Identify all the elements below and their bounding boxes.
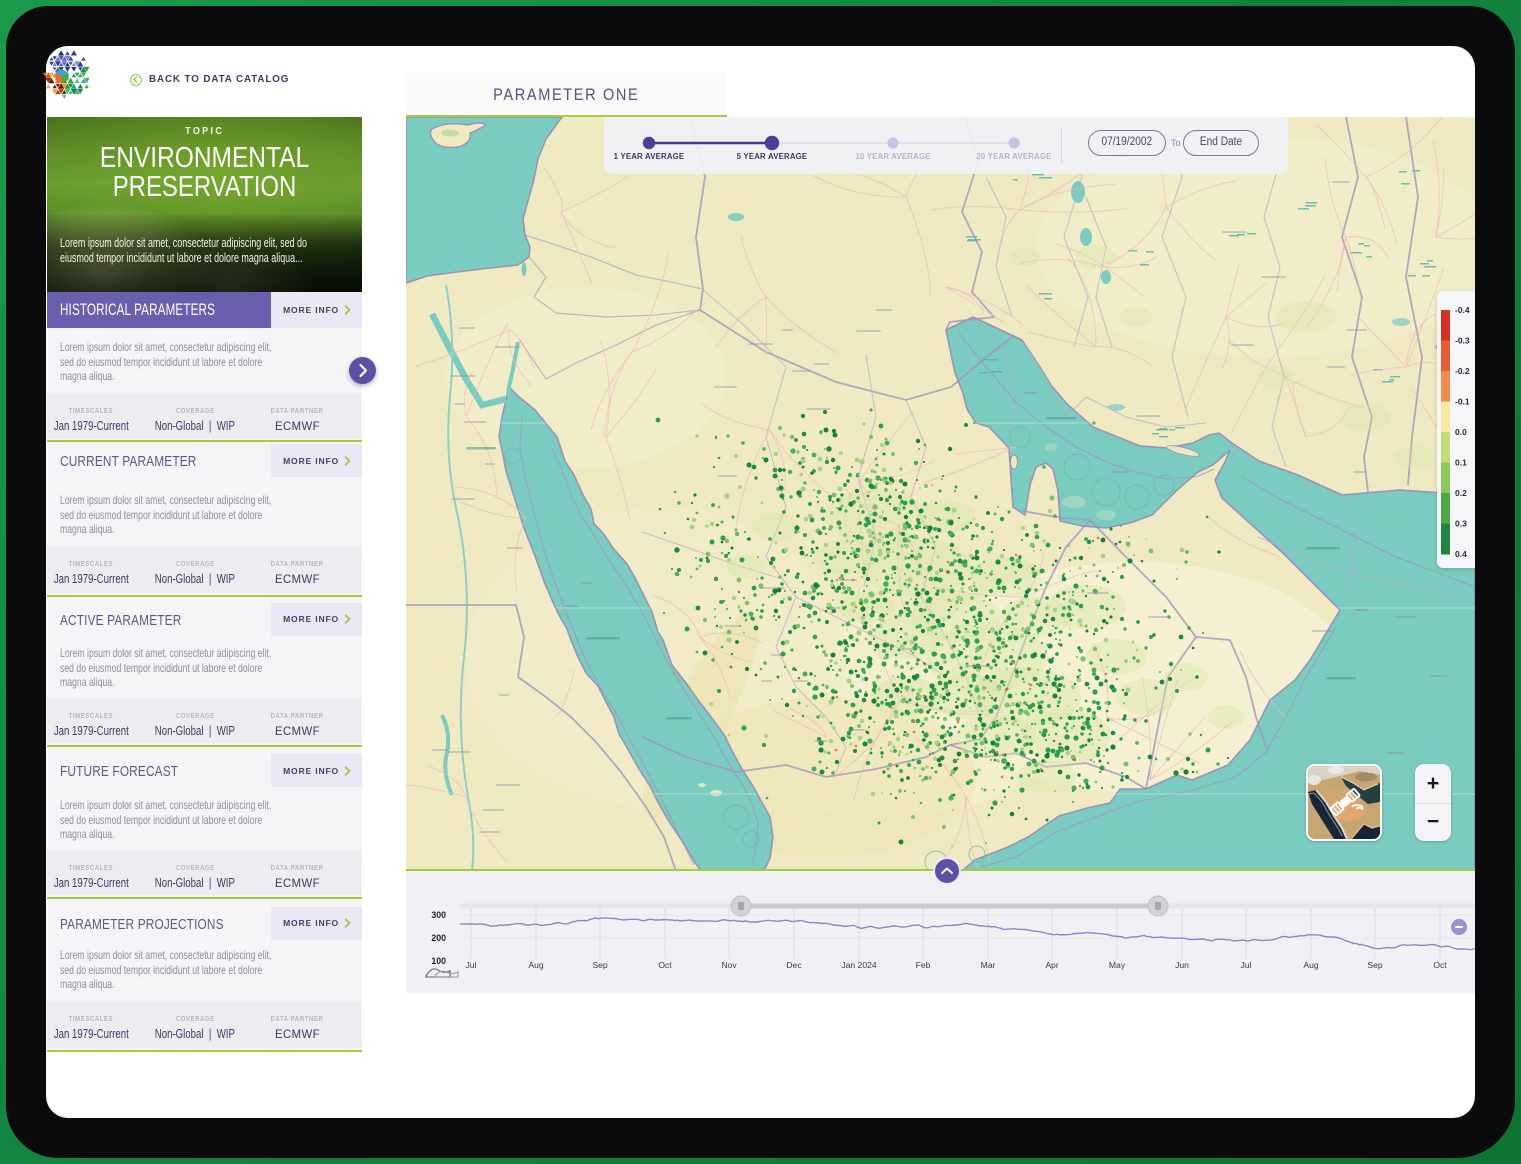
svg-text:Oct: Oct bbox=[1433, 960, 1447, 970]
svg-text:0.0: 0.0 bbox=[1455, 427, 1467, 437]
svg-text:May: May bbox=[1109, 960, 1126, 970]
svg-text:Apr: Apr bbox=[1045, 960, 1059, 970]
svg-text:Jul: Jul bbox=[1241, 960, 1252, 970]
svg-text:Feb: Feb bbox=[916, 960, 931, 970]
svg-text:Jun: Jun bbox=[1175, 960, 1189, 970]
svg-text:-0.2: -0.2 bbox=[1455, 366, 1470, 376]
svg-text:Oct: Oct bbox=[658, 960, 672, 970]
svg-text:200: 200 bbox=[431, 933, 446, 943]
svg-text:0.4: 0.4 bbox=[1455, 549, 1467, 559]
svg-text:Mar: Mar bbox=[981, 960, 996, 970]
svg-text:Nov: Nov bbox=[721, 960, 737, 970]
svg-text:0.1: 0.1 bbox=[1455, 458, 1467, 468]
svg-text:-0.3: -0.3 bbox=[1455, 336, 1470, 346]
svg-text:Sep: Sep bbox=[592, 960, 608, 970]
svg-text:0.3: 0.3 bbox=[1455, 519, 1467, 529]
svg-text:Jan 2024: Jan 2024 bbox=[841, 960, 877, 970]
svg-text:-0.4: -0.4 bbox=[1455, 305, 1470, 315]
svg-text:300: 300 bbox=[431, 910, 446, 920]
svg-text:100: 100 bbox=[431, 956, 446, 966]
svg-text:Aug: Aug bbox=[528, 960, 544, 970]
svg-text:0.2: 0.2 bbox=[1455, 488, 1467, 498]
svg-text:-0.1: -0.1 bbox=[1455, 397, 1470, 407]
svg-text:Dec: Dec bbox=[786, 960, 802, 970]
svg-text:Jul: Jul bbox=[466, 960, 477, 970]
svg-text:Aug: Aug bbox=[1303, 960, 1319, 970]
svg-text:Sep: Sep bbox=[1367, 960, 1383, 970]
